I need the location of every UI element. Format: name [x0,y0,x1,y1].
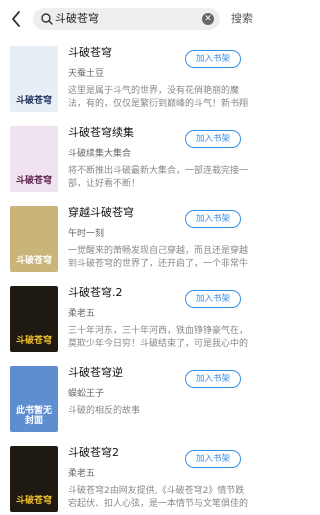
add-to-shelf-button[interactable]: 加入书架 [185,130,241,148]
book-title[interactable]: 斗破苍穹逆 [68,366,178,380]
chevron-left-icon [12,11,20,27]
back-button[interactable] [7,9,25,29]
top-bar: 斗破苍穹 ✕ 搜索 [0,0,266,38]
search-query: 斗破苍穹 [55,12,99,25]
add-to-shelf-button[interactable]: 加入书架 [185,50,241,68]
book-title[interactable]: 斗破苍穹.2 [68,286,178,300]
book-item[interactable]: 斗破苍穹 斗破苍穹 天蚕土豆 这里是属于斗气的世界，没有花俏艳丽的魔法，有的，仅… [0,38,266,118]
book-cover[interactable]: 斗破苍穹 [10,46,58,112]
book-author: 午时一刻 [68,229,105,239]
search-button[interactable]: 搜索 [231,11,253,27]
book-description: 斗破的相反的故事 [68,406,141,416]
book-description: 这里是属于斗气的世界，没有花俏艳丽的魔法，有的，仅仅是繁衍到巅峰的斗气！新书翔开… [68,86,249,109]
cover-title: 此书暂无封面 [15,406,52,426]
book-description: 将不断推出斗破最新大集合，一部连载完接一部，让好看不断！ [68,166,249,189]
book-description: 斗破苍穹2由网友提供,《斗破苍穹2》情节跌宕起伏、扣人心弦，是一本情节与文笔俱佳… [68,486,249,509]
book-author: 天蚕土豆 [68,69,105,79]
book-item[interactable]: 斗破苍穹 穿越斗破苍穹 午时一刻 一觉醒来的萧畅发现自己穿越，而且还是穿越到斗破… [0,198,266,278]
book-item[interactable]: 斗破苍穹 斗破苍穹续集 斗破续集大集合 将不断推出斗破最新大集合，一部连载完接一… [0,118,266,198]
add-to-shelf-button[interactable]: 加入书架 [185,370,241,388]
book-cover[interactable]: 斗破苍穹 [10,286,58,352]
search-icon [41,13,53,25]
book-cover[interactable]: 斗破苍穹 [10,126,58,192]
cover-title: 斗破苍穹 [15,96,52,106]
book-description: 一觉醒来的萧畅发现自己穿越，而且还是穿越到斗破苍穹的世界了，还开启了，一个非常牛… [68,246,249,269]
add-to-shelf-button[interactable]: 加入书架 [185,210,241,228]
book-item[interactable]: 斗破苍穹 斗破苍穹2 柔老五 斗破苍穹2由网友提供,《斗破苍穹2》情节跌宕起伏、… [0,438,266,515]
book-title[interactable]: 斗破苍穹 [68,46,178,60]
add-to-shelf-button[interactable]: 加入书架 [185,290,241,308]
book-item[interactable]: 此书暂无封面 斗破苍穹逆 蜈蚣王子 斗破的相反的故事 加入书架 [0,358,266,438]
book-title[interactable]: 穿越斗破苍穹 [68,206,178,220]
book-item[interactable]: 斗破苍穹 斗破苍穹.2 柔老五 三十年河东，三十年河西，铁血铮铮豪气在，莫欺少年… [0,278,266,358]
book-title[interactable]: 斗破苍穹2 [68,446,178,460]
book-title[interactable]: 斗破苍穹续集 [68,126,178,140]
cover-title: 斗破苍穹 [15,176,52,186]
book-cover[interactable]: 此书暂无封面 [10,366,58,432]
book-author: 柔老五 [68,309,96,319]
book-author: 蜈蚣王子 [68,389,105,399]
add-to-shelf-button[interactable]: 加入书架 [185,450,241,468]
cover-title: 斗破苍穹 [15,256,52,266]
book-author: 斗破续集大集合 [68,149,132,159]
cover-title: 斗破苍穹 [15,336,52,346]
cover-title: 斗破苍穹 [15,496,52,506]
book-description: 三十年河东，三十年河西，铁血铮铮豪气在，莫欺少年今日穷！斗破结束了，可是我心中的 [68,326,249,349]
book-author: 柔老五 [68,469,96,479]
book-cover[interactable]: 斗破苍穹 [10,446,58,512]
search-input[interactable]: 斗破苍穹 ✕ [33,8,220,30]
book-cover[interactable]: 斗破苍穹 [10,206,58,272]
clear-icon[interactable]: ✕ [202,13,214,25]
